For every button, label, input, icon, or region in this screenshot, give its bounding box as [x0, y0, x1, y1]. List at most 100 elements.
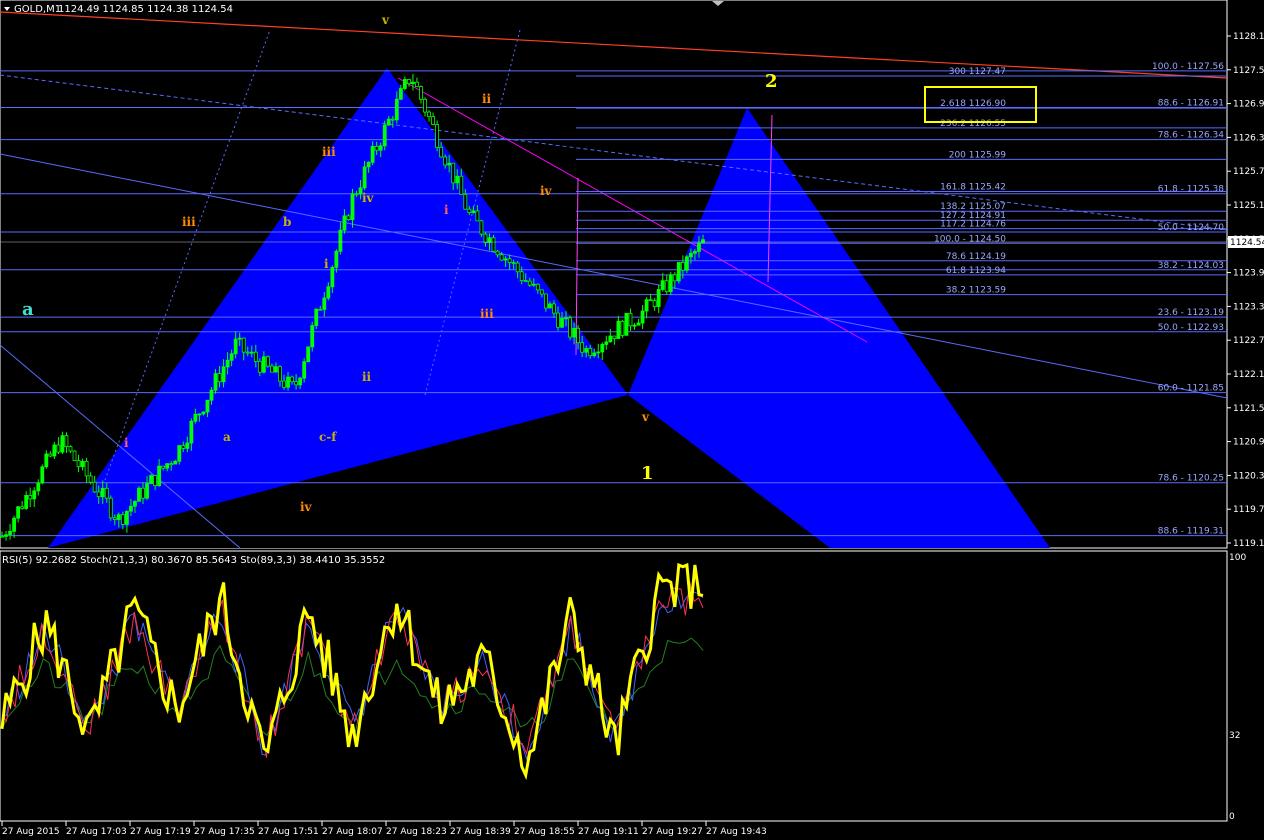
candle-body [314, 308, 319, 326]
candle-body [467, 208, 472, 213]
price-tick-label: 1119.78 [1233, 505, 1264, 515]
candle-body [24, 495, 29, 509]
price-tick-label: 1126.38 [1233, 133, 1264, 143]
candle-body [4, 534, 8, 537]
fib-level-label: 50.0 - 1124.70 [1158, 223, 1224, 233]
candle-body [342, 215, 347, 231]
price-tick-label: 1125.78 [1233, 167, 1264, 177]
indicator-panel[interactable] [0, 550, 1228, 822]
candle-body [302, 361, 307, 379]
candle-body [636, 322, 641, 326]
candle-body [12, 517, 16, 532]
wave-label: iv [540, 184, 553, 198]
fib-level-label: 78.6 1124.19 [946, 252, 1006, 262]
wave-label: i [444, 203, 449, 217]
candle-body [701, 239, 705, 244]
candle-body [394, 98, 399, 121]
indicator-header: RSI(5) 92.2682 Stoch(21,3,3) 80.3670 85.… [2, 555, 385, 566]
candle-body [431, 116, 435, 125]
candle-body [173, 460, 178, 465]
fib-level-label: 38.2 1123.59 [946, 286, 1006, 296]
candle-body [483, 233, 488, 243]
candle-body [153, 475, 157, 487]
time-tick-label: 27 Aug 17:35 [194, 827, 255, 837]
candle-body [253, 351, 258, 362]
candle-body [8, 530, 12, 536]
candle-body [560, 318, 564, 328]
candle-body [604, 341, 609, 345]
candle-body [652, 300, 657, 307]
fib-level-label: 78.6 - 1120.25 [1158, 474, 1224, 484]
candle-body [527, 280, 532, 286]
candle-body [104, 487, 109, 499]
candle-body [245, 351, 250, 354]
candle-body [632, 324, 637, 327]
candle-body [76, 460, 81, 468]
candle-body [612, 335, 617, 339]
candle-body [660, 280, 665, 290]
candle-body [318, 308, 323, 311]
candle-body [72, 450, 77, 461]
candle-body [16, 506, 21, 519]
candle-body [443, 156, 448, 166]
candle-body [282, 380, 286, 388]
wave-label: c-f [319, 430, 337, 444]
candle-body [507, 258, 512, 263]
candle-body [274, 366, 278, 373]
price-tick-label: 1120.98 [1233, 438, 1264, 448]
candle-body [185, 442, 190, 449]
candle-body [475, 210, 480, 222]
candle-body [386, 118, 391, 126]
fib-level-label: 88.6 - 1119.31 [1158, 527, 1224, 537]
candle-body [157, 465, 162, 487]
candle-body [689, 252, 693, 258]
candle-body [322, 297, 327, 310]
candle-body [664, 280, 669, 293]
wave-label: v [381, 13, 390, 27]
candle-body [451, 162, 456, 184]
candle-body [346, 215, 351, 221]
candle-body [439, 146, 444, 158]
time-tick-label: 27 Aug 17:51 [258, 827, 319, 837]
candle-body [310, 325, 315, 348]
candle-body [48, 453, 53, 457]
candle-body [209, 389, 214, 401]
candle-body [535, 283, 540, 291]
price-tick-label: 1121.58 [1233, 404, 1264, 414]
candle-body [584, 348, 589, 353]
candle-body [124, 510, 129, 525]
price-tick-label: 1120.38 [1233, 471, 1264, 481]
price-tick-label: 1119.18 [1233, 539, 1264, 549]
candle-body [213, 373, 218, 391]
fib-level-label: 60.0 - 1121.85 [1158, 384, 1224, 394]
candle-body [265, 356, 270, 367]
candle-body [455, 175, 460, 184]
candle-body [491, 237, 496, 252]
candle-body [463, 193, 468, 210]
candle-body [80, 461, 85, 468]
fib-level-label: 100.0 - 1124.50 [934, 234, 1006, 244]
candle-body [580, 342, 585, 353]
wave-label: iii [480, 307, 494, 321]
price-tick-label: 1122.78 [1233, 336, 1264, 346]
candle-body [84, 461, 89, 477]
candle-body [543, 293, 548, 309]
candle-body [40, 466, 45, 484]
candle-body [225, 359, 230, 368]
wave-label: i [324, 257, 329, 271]
candle-body [656, 289, 661, 307]
candle-body [217, 373, 222, 383]
candle-body [515, 262, 520, 273]
time-axis: 27 Aug 2015 27 Aug 17:03 27 Aug 17:19 27 Au… [1, 821, 767, 837]
candle-body [366, 161, 371, 168]
fib-level-label: 161.8 1125.42 [940, 182, 1006, 192]
candle-body [112, 517, 117, 520]
candle-body [519, 271, 524, 281]
candle-body [52, 444, 57, 457]
candle-body [693, 251, 697, 254]
candle-body [298, 377, 303, 386]
chart-canvas[interactable]: 100.0 - 1127.56300 1127.472.618 1126.90 8… [0, 0, 1264, 840]
candle-body [608, 335, 613, 343]
candle-body [511, 262, 516, 264]
current-price-label: 1124.54 [1230, 238, 1264, 248]
